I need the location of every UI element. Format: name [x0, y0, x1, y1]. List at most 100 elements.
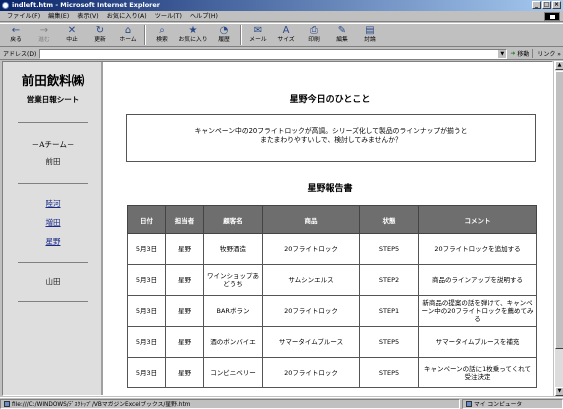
address-bar: アドレス(D) ▼ ➜ 移動 リンク » [0, 48, 563, 60]
mail-button[interactable]: ✉ メール [244, 24, 272, 47]
back-button[interactable]: ← 戻る [2, 24, 30, 47]
size-button[interactable]: A サイズ [272, 24, 300, 47]
history-icon: ◔ [219, 25, 229, 36]
maximize-button[interactable]: □ [542, 1, 551, 9]
menu-edit[interactable]: 編集(E) [44, 11, 73, 22]
cell-date: 5月3日 [127, 264, 166, 296]
sidebar-item-yamada[interactable]: 山田 [3, 276, 103, 287]
go-label: 移動 [517, 51, 530, 58]
discuss-button[interactable]: ▤ 討論 [356, 24, 384, 47]
discuss-icon: ▤ [365, 25, 375, 36]
column-header-comment: コメント [418, 205, 537, 234]
cell-staff: 星野 [165, 264, 204, 296]
chevron-down-icon[interactable]: ▼ [498, 49, 507, 58]
status-url-text: file:///C:/WINDOWS/ﾃﾞｽｸﾄｯﾌﾟ/VBマガジンExcelブ… [12, 402, 191, 408]
windows-logo-icon [544, 12, 560, 21]
search-icon: ⌕ [159, 25, 165, 36]
cell-status: STEP2 [359, 264, 419, 296]
report-heading: 星野報告書 [307, 184, 353, 194]
ie-logo-icon [2, 2, 9, 9]
left-frame: 前田飲料㈱ 営業日報シート －Aチーム－ 前田 陸河 増田 星野 山田 [3, 62, 103, 395]
refresh-label: 更新 [94, 37, 106, 43]
menu-view[interactable]: 表示(V) [73, 11, 102, 22]
address-label: アドレス(D) [3, 51, 37, 58]
home-button[interactable]: ⌂ ホーム [114, 24, 142, 47]
column-header-status: 状態 [359, 205, 419, 234]
toolbar-separator [240, 25, 242, 45]
status-bar: file:///C:/WINDOWS/ﾃﾞｽｸﾄｯﾌﾟ/VBマガジンExcelブ… [0, 397, 563, 409]
home-icon: ⌂ [124, 25, 132, 36]
forward-label: 進む [38, 37, 50, 43]
table-row: 5月3日 星野 コンビニベリー 20フライトロック STEP5 キャンペーンの話… [127, 357, 537, 388]
edit-button[interactable]: ✎ 編集 [328, 24, 356, 47]
window-controls: _ □ × [532, 1, 561, 9]
menu-tools[interactable]: ツール(T) [151, 11, 186, 22]
forward-button[interactable]: → 進む [30, 24, 58, 47]
cell-staff: 星野 [165, 295, 204, 327]
page-icon [4, 400, 10, 407]
toolbar: ← 戻る → 進む ✕ 中止 ↻ 更新 ⌂ ホーム ⌕ 検索 ★ お気に入り ◔ 履歴 ✉ メール… [0, 23, 563, 47]
comment-line-1: キャンペーン中の20フライトロックが高調。シリーズ化して製品のラインナップが揃う… [194, 127, 468, 135]
report-table: 日付 担当者 顧客名 商品 状態 コメント 5月3日 星野 牧野酒造 20フライ… [127, 205, 537, 388]
favorites-button[interactable]: ★ お気に入り [176, 24, 210, 47]
sidebar-item-masuda[interactable]: 増田 [3, 217, 103, 228]
divider [18, 262, 88, 263]
column-header-date: 日付 [127, 205, 166, 234]
edit-icon: ✎ [337, 25, 347, 36]
divider [18, 301, 88, 302]
cell-comment: 新商品の提案の話を弾けて、キャンペーン中の20フライトロックを薦めてみる [418, 295, 537, 327]
links-button[interactable]: リンク » [532, 49, 561, 58]
column-header-customer: 顧客名 [203, 205, 263, 234]
sidebar-item-maeda[interactable]: 前田 [3, 156, 103, 167]
scroll-down-icon[interactable]: ▼ [555, 387, 563, 396]
go-arrow-icon: ➜ [510, 50, 516, 57]
comment-line-2: またまわりやすいしで、検討してみませんか？ [260, 136, 402, 144]
divider [18, 183, 88, 184]
cell-status: STEP5 [359, 326, 419, 358]
scroll-up-icon[interactable]: ▲ [555, 61, 563, 70]
stop-button[interactable]: ✕ 中止 [58, 24, 86, 47]
menu-help[interactable]: ヘルプ(H) [186, 11, 222, 22]
cell-comment: サマータイムブルースを補充 [418, 326, 537, 358]
history-button[interactable]: ◔ 履歴 [210, 24, 238, 47]
close-button[interactable]: × [552, 1, 561, 9]
minimize-button[interactable]: _ [532, 1, 541, 9]
sheet-title: 営業日報シート [26, 95, 80, 104]
page-viewport: 前田飲料㈱ 営業日報シート －Aチーム－ 前田 陸河 増田 星野 山田 星野今日… [2, 61, 553, 396]
cell-product: 20フライトロック [262, 295, 360, 327]
cell-customer: 酒のボンバイエ [203, 326, 263, 358]
cell-product: 20フライトロック [262, 233, 360, 265]
cell-product: 20フライトロック [262, 357, 360, 388]
refresh-button[interactable]: ↻ 更新 [86, 24, 114, 47]
scrollbar-thumb[interactable] [555, 71, 563, 349]
home-label: ホーム [119, 37, 137, 43]
table-header-row: 日付 担当者 顧客名 商品 状態 コメント [127, 205, 537, 234]
column-header-product: 商品 [262, 205, 360, 234]
cell-staff: 星野 [165, 233, 204, 265]
printer-icon: ⎙ [310, 25, 318, 36]
menu-favorites[interactable]: お気に入り(A) [103, 11, 151, 22]
mail-label: メール [249, 37, 267, 43]
sidebar-item-hoshino[interactable]: 星野 [3, 236, 103, 247]
back-arrow-icon: ← [11, 25, 21, 36]
sidebar-item-rikukawa[interactable]: 陸河 [3, 198, 103, 209]
toolbar-separator [144, 25, 146, 45]
table-row: 5月3日 星野 酒のボンバイエ サマータイムブルース STEP5 サマータイムブ… [127, 326, 537, 358]
column-header-staff: 担当者 [165, 205, 204, 234]
vertical-scrollbar[interactable]: ▲ ▼ [554, 61, 563, 396]
cell-product: サマータイムブルース [262, 326, 360, 358]
cell-product: サムシンエルス [262, 264, 360, 296]
cell-comment: 20フライトロックを追加する [418, 233, 537, 265]
search-button[interactable]: ⌕ 検索 [148, 24, 176, 47]
main-frame: 星野今日のひとこと キャンペーン中の20フライトロックが高調。シリーズ化して製品… [106, 62, 552, 395]
address-input[interactable]: ▼ [39, 48, 508, 59]
menu-file[interactable]: ファイル(F) [3, 11, 44, 22]
history-label: 履歴 [218, 37, 230, 43]
status-zone: マイ コンピュータ [462, 398, 563, 409]
size-label: サイズ [277, 37, 295, 43]
cell-customer: BARボラン [203, 295, 263, 327]
comment-box: キャンペーン中の20フライトロックが高調。シリーズ化して製品のラインナップが揃う… [126, 114, 536, 162]
computer-icon [466, 400, 472, 407]
print-button[interactable]: ⎙ 印刷 [300, 24, 328, 47]
go-button[interactable]: ➜ 移動 [507, 49, 532, 58]
